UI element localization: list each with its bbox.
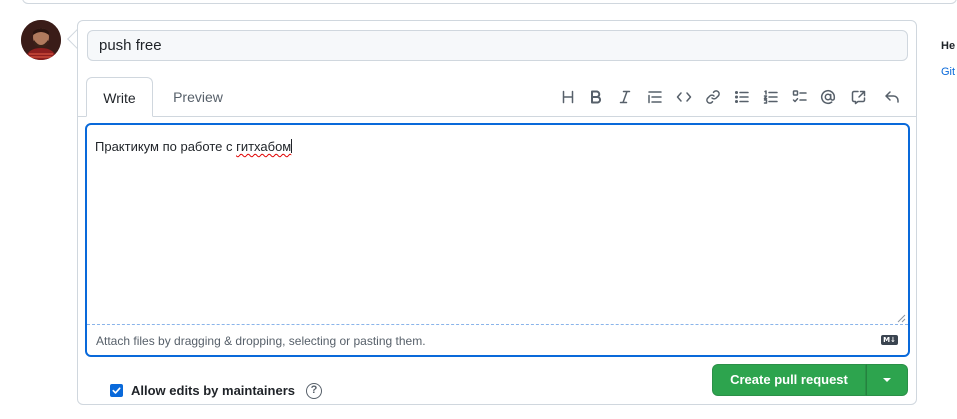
- comment-body-text[interactable]: Практикум по работе с гитхабом: [95, 139, 293, 154]
- sidebar-link[interactable]: Git: [941, 66, 955, 78]
- attach-hint: Attach files by dragging & dropping, sel…: [96, 334, 426, 348]
- reply-icon[interactable]: [881, 86, 903, 108]
- reference-icon[interactable]: [848, 86, 870, 108]
- file-attachment-bar[interactable]: Attach files by dragging & dropping, sel…: [87, 324, 908, 355]
- allow-edits-label[interactable]: Allow edits by maintainers: [131, 383, 295, 398]
- quote-icon[interactable]: [644, 86, 666, 108]
- allow-edits-checkbox[interactable]: [110, 384, 123, 397]
- help-icon[interactable]: ?: [306, 383, 322, 399]
- sidebar-heading: He: [941, 40, 956, 52]
- heading-icon[interactable]: [557, 86, 579, 108]
- ordered-list-icon[interactable]: [760, 86, 782, 108]
- tab-preview[interactable]: Preview: [162, 77, 234, 117]
- text-caret: [291, 139, 293, 153]
- title-input[interactable]: [87, 30, 908, 61]
- markdown-icon[interactable]: M↓: [881, 335, 898, 345]
- resize-handle-icon[interactable]: [896, 313, 906, 323]
- comment-body-editor[interactable]: Практикум по работе с гитхабом Attach fi…: [85, 123, 910, 357]
- tabs-divider: [78, 116, 916, 117]
- markdown-badge: M↓: [883, 336, 896, 344]
- tab-write[interactable]: Write: [86, 77, 153, 117]
- create-pull-request-button[interactable]: Create pull request: [712, 364, 866, 396]
- previous-panel-border: [22, 0, 957, 4]
- create-options-dropdown[interactable]: [866, 364, 908, 396]
- unordered-list-icon[interactable]: [731, 86, 753, 108]
- body-text-plain: Практикум по работе с: [95, 139, 237, 154]
- link-icon[interactable]: [702, 86, 724, 108]
- body-text-misspelled: гитхабом: [236, 139, 292, 154]
- chevron-down-icon: [883, 378, 891, 382]
- bold-icon[interactable]: [585, 86, 607, 108]
- avatar[interactable]: [21, 20, 61, 60]
- task-list-icon[interactable]: [789, 86, 811, 108]
- italic-icon[interactable]: [614, 86, 636, 108]
- code-icon[interactable]: [673, 86, 695, 108]
- mention-icon[interactable]: [817, 86, 839, 108]
